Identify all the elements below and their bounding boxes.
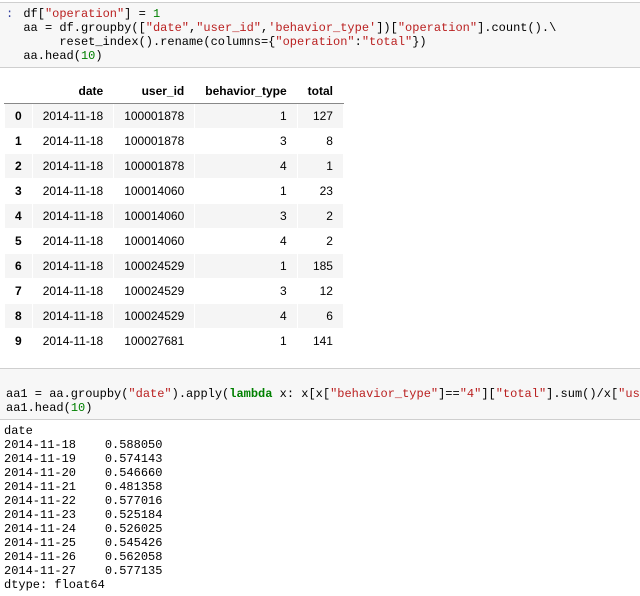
table-cell: 8 [297, 129, 343, 154]
code-line: reset_index().rename(columns={"operation… [23, 35, 556, 49]
table-header-cell: user_id [114, 79, 195, 104]
table-header-row: dateuser_idbehavior_typetotal [5, 79, 344, 104]
table-row: 52014-11-1810001406042 [5, 229, 344, 254]
code-body-1: df["operation"] = 1 aa = df.groupby(["da… [23, 7, 556, 63]
table-cell: 3 [195, 279, 297, 304]
table-cell: 2014-11-18 [32, 254, 114, 279]
table-cell: 127 [297, 104, 343, 129]
table-row: 62014-11-181000245291185 [5, 254, 344, 279]
table-cell: 3 [195, 204, 297, 229]
table-cell: 100024529 [114, 304, 195, 329]
table-row: 92014-11-181000276811141 [5, 329, 344, 354]
table-cell: 4 [195, 229, 297, 254]
table-cell: 2014-11-18 [32, 229, 114, 254]
table-header-cell: behavior_type [195, 79, 297, 104]
table-cell: 2014-11-18 [32, 129, 114, 154]
code-cell-2: : aa1 = aa.groupby("date").apply(lambda … [0, 368, 640, 420]
table-row: 32014-11-18100014060123 [5, 179, 344, 204]
code-line: aa.head(10) [23, 49, 556, 63]
table-cell: 100014060 [114, 179, 195, 204]
table-cell: 100001878 [114, 154, 195, 179]
table-header-cell: total [297, 79, 343, 104]
table-cell: 1 [195, 329, 297, 354]
table-cell: 3 [195, 129, 297, 154]
table-cell: 100024529 [114, 254, 195, 279]
row-index-cell: 0 [5, 104, 33, 129]
row-index-cell: 9 [5, 329, 33, 354]
table-cell: 1 [195, 179, 297, 204]
row-index-cell: 1 [5, 129, 33, 154]
table-cell: 23 [297, 179, 343, 204]
code-body-2: aa1 = aa.groupby("date").apply(lambda x:… [6, 387, 640, 415]
table-cell: 1 [195, 254, 297, 279]
prompt-label: : [6, 7, 20, 21]
table-row: 12014-11-1810000187838 [5, 129, 344, 154]
row-index-cell: 5 [5, 229, 33, 254]
row-index-cell: 3 [5, 179, 33, 204]
table-cell: 2014-11-18 [32, 104, 114, 129]
code-cell-1: : df["operation"] = 1 aa = df.groupby(["… [0, 2, 640, 68]
row-index-cell: 6 [5, 254, 33, 279]
table-cell: 100024529 [114, 279, 195, 304]
table-row: 02014-11-181000018781127 [5, 104, 344, 129]
code-line: aa1.head(10) [6, 401, 640, 415]
table-row: 72014-11-18100024529312 [5, 279, 344, 304]
table-cell: 4 [195, 304, 297, 329]
table-cell: 12 [297, 279, 343, 304]
table-cell: 2014-11-18 [32, 179, 114, 204]
prompt-label: : [6, 373, 20, 387]
row-index-cell: 8 [5, 304, 33, 329]
table-cell: 2 [297, 229, 343, 254]
series-output: date 2014-11-18 0.588050 2014-11-19 0.57… [4, 424, 640, 592]
code-line: aa = df.groupby(["date","user_id",'behav… [23, 21, 556, 35]
row-index-cell: 4 [5, 204, 33, 229]
table-cell: 141 [297, 329, 343, 354]
table-cell: 2014-11-18 [32, 279, 114, 304]
table-cell: 100001878 [114, 104, 195, 129]
table-cell: 4 [195, 154, 297, 179]
row-index-cell: 2 [5, 154, 33, 179]
table-row: 82014-11-1810002452946 [5, 304, 344, 329]
table-cell: 100014060 [114, 204, 195, 229]
code-line: aa1 = aa.groupby("date").apply(lambda x:… [6, 387, 640, 401]
table-cell: 6 [297, 304, 343, 329]
table-header-cell: date [32, 79, 114, 104]
table-cell: 185 [297, 254, 343, 279]
code-line: df["operation"] = 1 [23, 7, 556, 21]
table-row: 42014-11-1810001406032 [5, 204, 344, 229]
table-row: 22014-11-1810000187841 [5, 154, 344, 179]
table-cell: 100027681 [114, 329, 195, 354]
table-cell: 100001878 [114, 129, 195, 154]
table-cell: 2014-11-18 [32, 329, 114, 354]
table-cell: 2014-11-18 [32, 154, 114, 179]
table-cell: 1 [195, 104, 297, 129]
table-cell: 2014-11-18 [32, 204, 114, 229]
table-cell: 2 [297, 204, 343, 229]
table-cell: 1 [297, 154, 343, 179]
table-header-cell [5, 79, 33, 104]
row-index-cell: 7 [5, 279, 33, 304]
table-cell: 100014060 [114, 229, 195, 254]
table-cell: 2014-11-18 [32, 304, 114, 329]
dataframe-output: dateuser_idbehavior_typetotal 02014-11-1… [4, 78, 344, 354]
